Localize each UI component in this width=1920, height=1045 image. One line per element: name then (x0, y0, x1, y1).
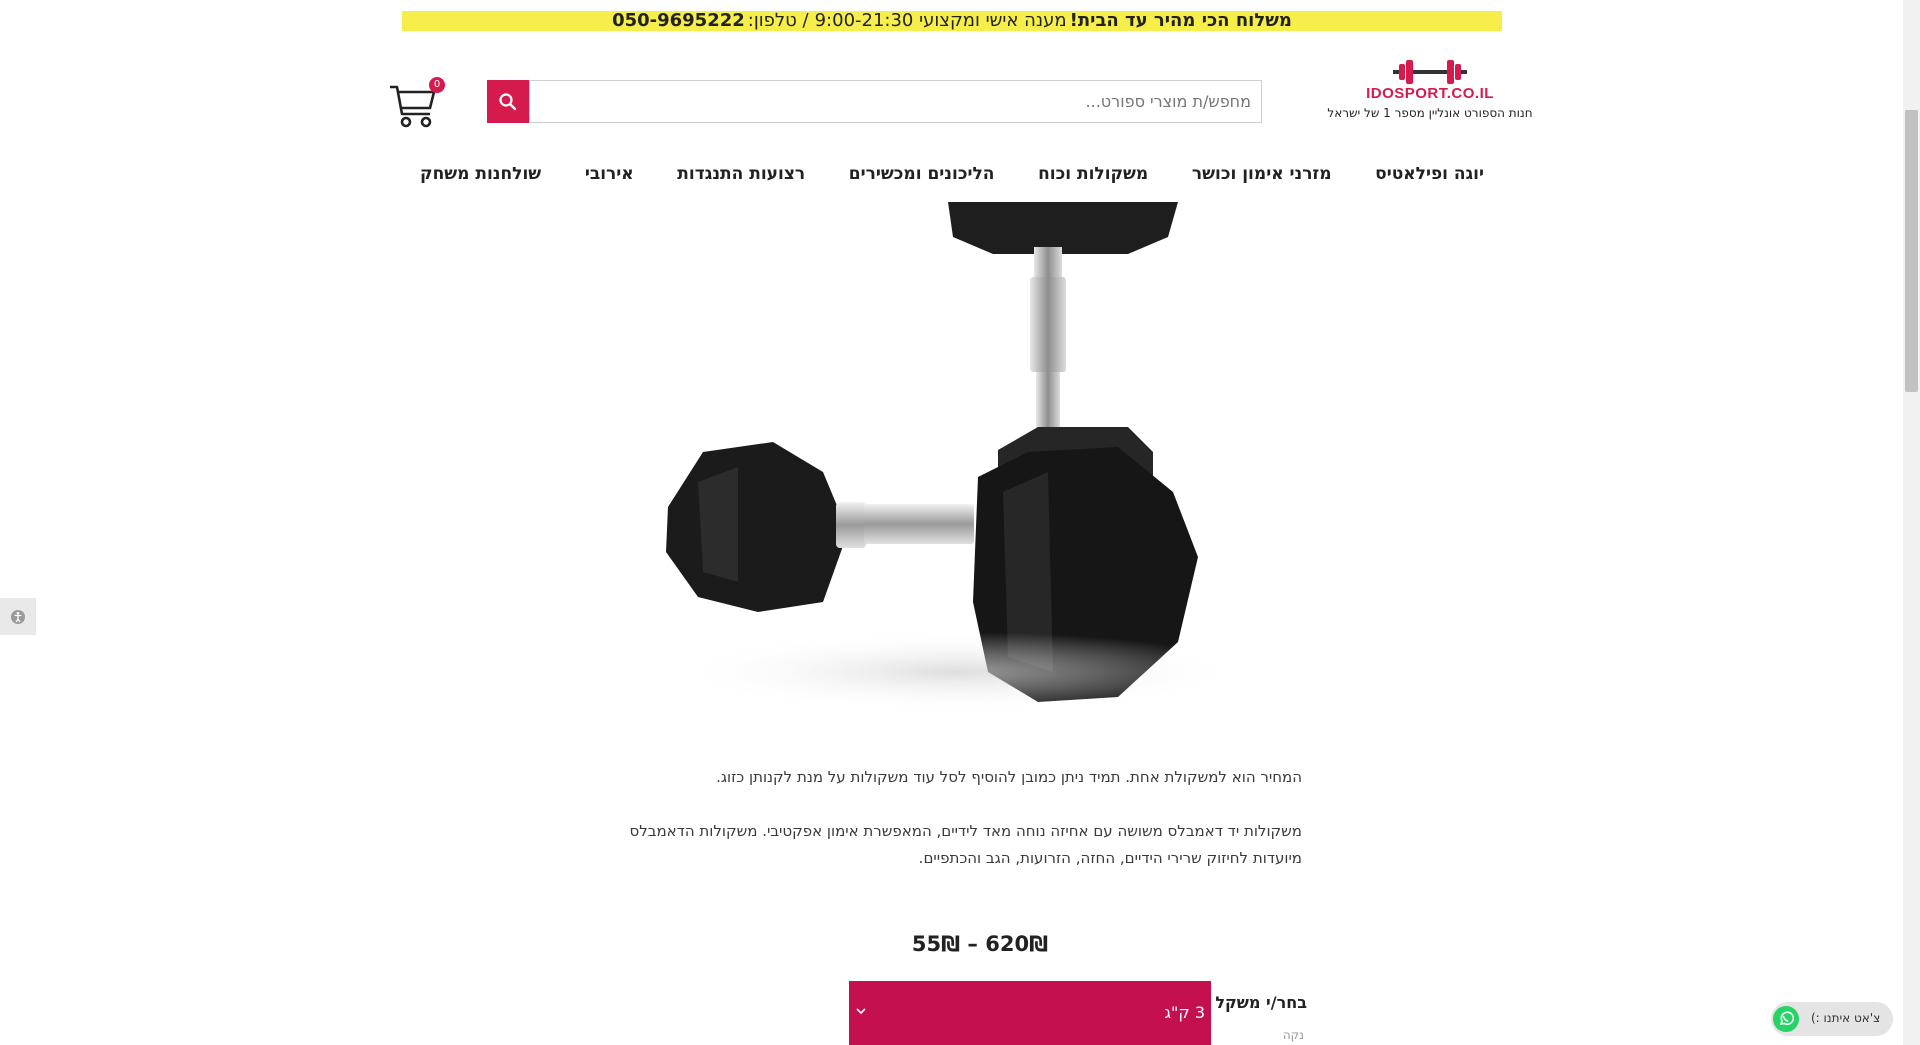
weight-option-label: בחר/י משקל (1215, 993, 1307, 1012)
chevron-down-icon (856, 1008, 866, 1015)
nav-item-aerobic[interactable]: אירובי (565, 164, 654, 184)
scrollbar-thumb[interactable] (1905, 110, 1918, 392)
promo-phone-label: / טלפון: (747, 10, 809, 31)
accessibility-button[interactable] (0, 598, 36, 635)
cart-count-badge: 0 (429, 77, 445, 93)
logo-tagline: חנות הספורט אונליין מספר 1 של ישראל (1327, 106, 1533, 120)
product-image[interactable] (608, 202, 1300, 724)
main-navigation: יוגה ופילאטיס מזרני אימון וכושר משקולות … (400, 156, 1504, 192)
promo-headline: משלוח הכי מהיר עד הבית! (1069, 10, 1292, 31)
accessibility-icon (11, 609, 25, 624)
price-range: 55₪ – 620₪ (911, 932, 1049, 956)
promo-service: מענה אישי ומקצועי 9:00-21:30 (814, 10, 1067, 31)
whatsapp-chat-button[interactable]: צ'אט איתנו :) (1771, 1002, 1893, 1036)
nav-item-mats[interactable]: מזרני אימון וכושר (1172, 164, 1352, 184)
search-input[interactable] (529, 80, 1262, 123)
product-description: משקולות יד דאמבלס משושה עם אחיזה נוחה מא… (629, 822, 1302, 867)
nav-item-yoga[interactable]: יוגה ופילאטיס (1355, 164, 1504, 184)
nav-item-weights[interactable]: משקולות וכוח (1018, 164, 1168, 184)
weight-select-value: 3 ק"ג (1164, 1003, 1205, 1022)
weight-select[interactable]: 3 ק"ג (849, 981, 1211, 1045)
hex-dumbbells-image (666, 202, 1248, 712)
clear-selection-link[interactable]: נקה (1270, 1028, 1304, 1042)
promo-bar: משלוח הכי מהיר עד הבית! מענה אישי ומקצוע… (402, 11, 1502, 31)
nav-item-resistance-bands[interactable]: רצועות התנגדות (657, 164, 825, 184)
search-icon (499, 92, 517, 110)
product-description-note: המחיר הוא למשקולת אחת. תמיד ניתן כמובן ל… (716, 768, 1302, 786)
promo-phone[interactable]: 050-9695222 (612, 11, 745, 31)
nav-item-game-tables[interactable]: שולחנות משחק (400, 164, 561, 184)
whatsapp-icon (1773, 1006, 1799, 1032)
site-logo[interactable]: IDOSPORT.CO.IL חנות הספורט אונליין מספר … (1325, 58, 1535, 128)
cart-button[interactable]: 0 (388, 77, 448, 136)
dumbbell-logo-icon (1393, 60, 1467, 84)
logo-text: IDOSPORT.CO.IL (1366, 85, 1494, 102)
whatsapp-chat-text: צ'אט איתנו :) (1811, 1011, 1881, 1025)
search-button[interactable] (487, 80, 529, 123)
nav-item-treadmills[interactable]: הליכונים ומכשירים (829, 164, 1015, 184)
